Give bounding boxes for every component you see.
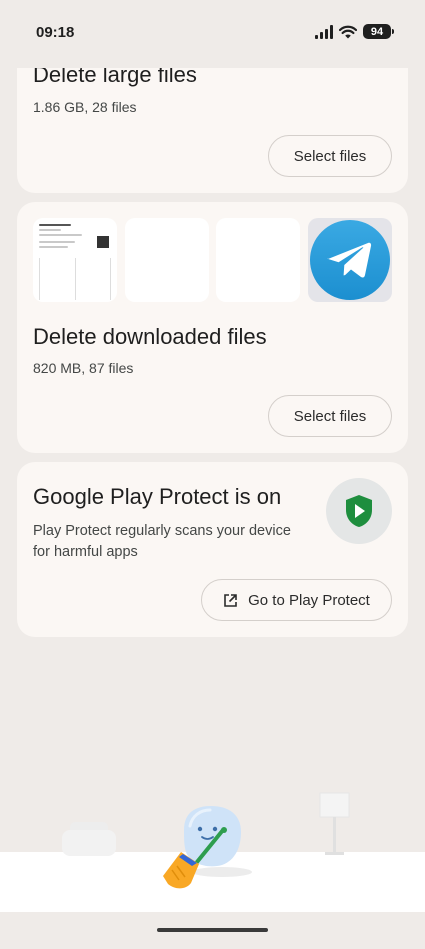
cleaning-illustration: [62, 792, 350, 889]
battery-indicator: 94: [363, 24, 394, 39]
telegram-icon: [310, 220, 390, 300]
play-protect-description-line2: for harmful apps: [33, 544, 138, 560]
play-protect-title: Google Play Protect is on: [33, 484, 282, 509]
downloaded-files-card: Delete downloaded files 820 MB, 87 files…: [17, 202, 408, 453]
floor-lamp-icon: [319, 792, 350, 855]
blank-thumbnail[interactable]: [125, 218, 209, 302]
document-thumbnail[interactable]: [33, 218, 117, 302]
large-files-select-button[interactable]: Select files: [268, 135, 392, 177]
status-bar: 09:18 94: [0, 0, 425, 68]
battery-level: 94: [370, 25, 384, 38]
play-protect-description-line1: Play Protect regularly scans your device: [33, 523, 291, 539]
sofa-icon: [62, 822, 116, 856]
telegram-thumbnail[interactable]: [308, 218, 392, 302]
cellular-signal-icon: [315, 24, 333, 39]
home-gesture-handle[interactable]: [157, 928, 268, 932]
cleaner-mascot: [184, 806, 241, 867]
downloaded-files-subtitle: 820 MB, 87 files: [33, 360, 134, 376]
status-icons: 94: [315, 24, 394, 39]
wifi-icon: [339, 25, 357, 38]
downloaded-files-select-button[interactable]: Select files: [268, 395, 392, 437]
status-time: 09:18: [36, 24, 75, 41]
open-external-icon: [224, 593, 237, 607]
play-protect-shield-badge: [326, 478, 392, 544]
play-protect-shield-icon: [346, 495, 372, 527]
go-to-play-protect-button[interactable]: Go to Play Protect: [201, 579, 392, 621]
blank-thumbnail[interactable]: [216, 218, 300, 302]
large-files-subtitle: 1.86 GB, 28 files: [33, 99, 137, 115]
play-protect-card: Google Play Protect is on Play Protect r…: [17, 462, 408, 637]
go-to-play-protect-label: Go to Play Protect: [248, 591, 370, 609]
downloaded-files-title: Delete downloaded files: [33, 324, 267, 349]
document-table: [39, 258, 111, 300]
qr-code-icon: [97, 236, 109, 248]
